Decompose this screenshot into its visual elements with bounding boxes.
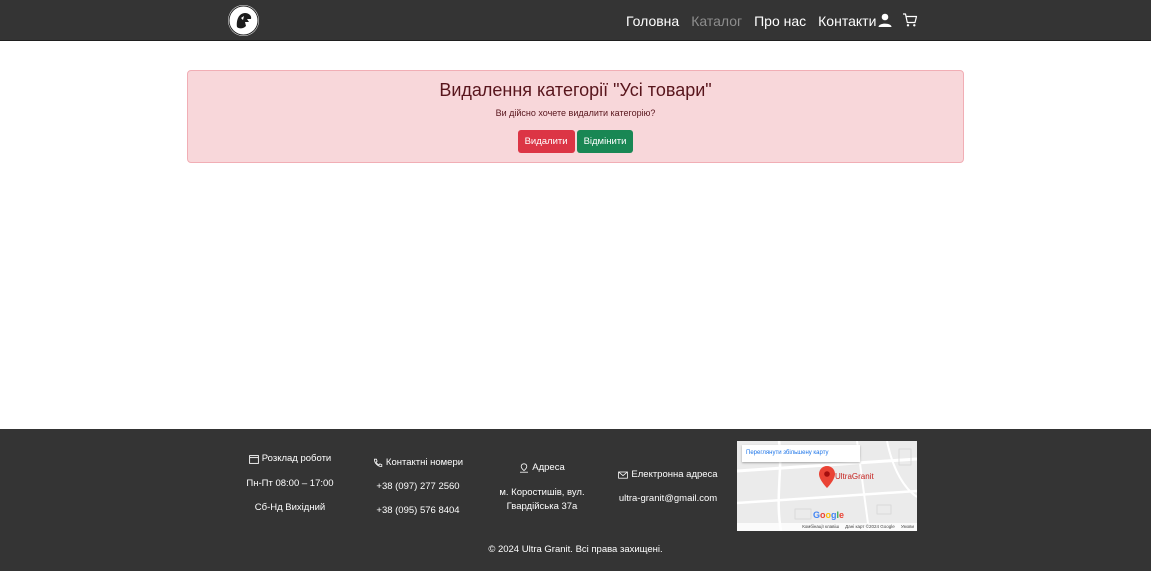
address-line-1: м. Коростишів, вул.: [499, 487, 585, 498]
alert-buttons: Видалити Відмінити: [188, 130, 963, 153]
phone-1[interactable]: +38 (097) 277 2560: [362, 481, 474, 492]
email-address[interactable]: ultra-granit@gmail.com: [613, 493, 723, 504]
envelope-icon: [618, 471, 629, 479]
address-line-2: Гвардійська 37а: [506, 501, 578, 512]
delete-category-alert: Видалення категорії "Усі товари" Ви дійс…: [187, 70, 964, 163]
map-terms[interactable]: Умови: [901, 523, 914, 531]
alert-title: Видалення категорії "Усі товари": [439, 80, 712, 100]
nav-link-home[interactable]: Головна: [626, 13, 679, 29]
nav-links: Головна Каталог Про нас Контакти: [626, 0, 876, 41]
nav-link-catalog[interactable]: Каталог: [691, 13, 742, 29]
map-shortcuts[interactable]: Комбінації клавіш: [802, 523, 839, 531]
phone-2[interactable]: +38 (095) 576 8404: [362, 505, 474, 516]
cart-icon[interactable]: [902, 12, 918, 28]
google-logo: Google: [813, 510, 845, 520]
nav-icons: [877, 12, 918, 28]
google-map[interactable]: Переглянути збільшену карту UltraGranit …: [737, 441, 917, 531]
nav-link-about[interactable]: Про нас: [754, 13, 806, 29]
map-enlarge-link[interactable]: Переглянути збільшену карту: [742, 445, 860, 462]
nav-link-contacts[interactable]: Контакти: [818, 13, 876, 29]
user-icon[interactable]: [877, 12, 893, 28]
schedule-weekdays: Пн-Пт 08:00 – 17:00: [246, 478, 334, 489]
logo-icon[interactable]: [228, 5, 259, 36]
address-heading: Адреса: [532, 462, 565, 473]
location-icon: [520, 462, 529, 473]
delete-button[interactable]: Видалити: [517, 130, 575, 153]
footer: Розклад роботи Пн-Пт 08:00 – 17:00 Сб-Нд…: [0, 429, 1151, 571]
navbar: Головна Каталог Про нас Контакти: [0, 0, 1151, 41]
cancel-button[interactable]: Відмінити: [576, 130, 634, 153]
schedule-weekend: Сб-Нд Вихідний: [254, 502, 326, 513]
phones-heading: Контактні номери: [385, 457, 464, 468]
phone-icon: [374, 458, 383, 467]
map-data: Дані карт ©2024 Google: [845, 524, 895, 529]
calendar-icon: [248, 454, 259, 464]
copyright: © 2024 Ultra Granit. Всі права захищені.: [488, 544, 663, 555]
schedule-heading: Розклад роботи: [261, 453, 332, 464]
alert-text: Ви дійсно хочете видалити категорію?: [495, 108, 656, 118]
map-footer: Комбінації клавіш Дані карт ©2024 Google…: [737, 523, 917, 531]
email-heading: Eлектронна адреса: [631, 469, 718, 480]
map-place-label: UltraGranit: [835, 472, 874, 481]
